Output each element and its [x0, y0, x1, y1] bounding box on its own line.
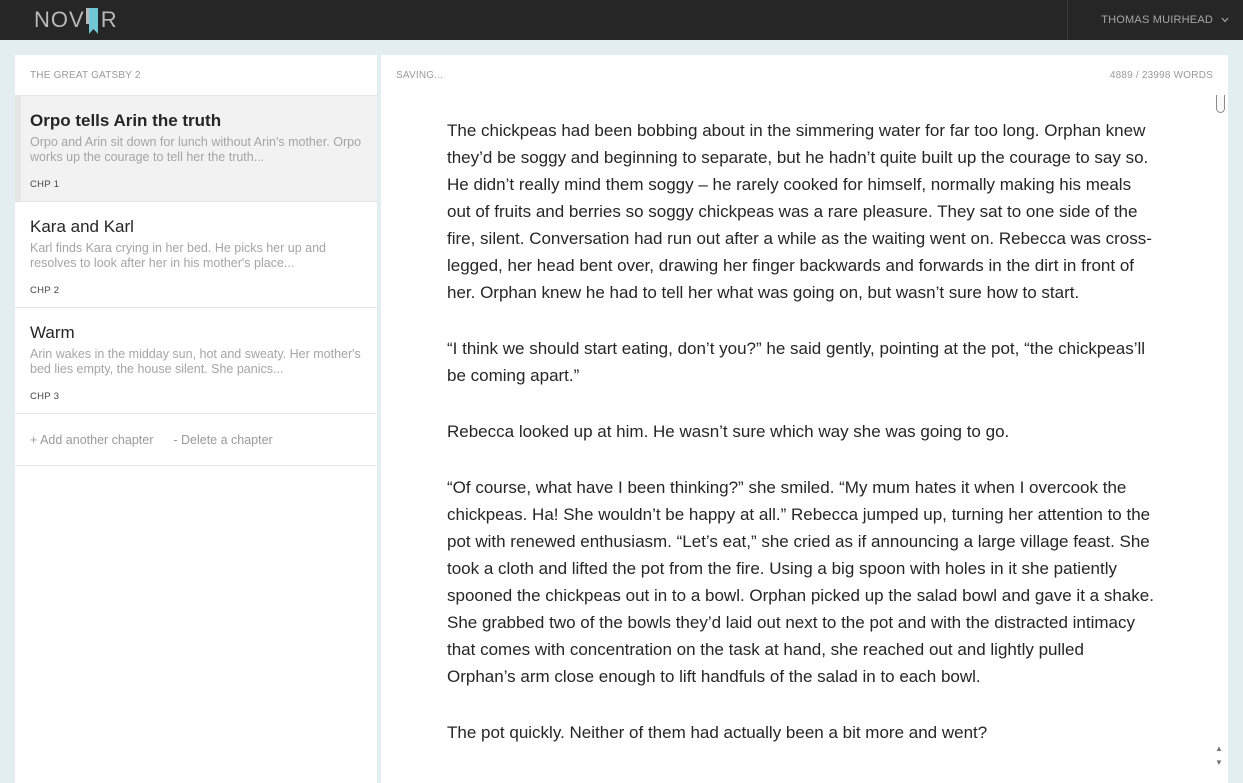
- logo-text-right: R: [100, 7, 118, 32]
- editor-panel: SAVING... 4889 / 23998 WORDS The chickpe…: [381, 55, 1228, 783]
- chapter-number: CHP 2: [30, 285, 60, 296]
- chapter-title: Orpo tells Arin the truth: [30, 111, 222, 130]
- chapter-item[interactable]: Kara and Karl Karl finds Kara crying in …: [15, 202, 377, 308]
- chevron-down-icon: [1221, 15, 1229, 25]
- manuscript-text[interactable]: The chickpeas had been bobbing about in …: [447, 117, 1157, 775]
- word-count: 4889 / 23998 WORDS: [1109, 70, 1213, 81]
- chapter-title: Kara and Karl: [30, 217, 134, 236]
- chapter-summary: Orpo and Arin sit down for lunch without…: [30, 135, 362, 164]
- paragraph[interactable]: The pot quickly. Neither of them had act…: [447, 719, 1157, 746]
- editor-scrollbar[interactable]: ▲ ▼: [1213, 95, 1228, 783]
- scrollbar-thumb[interactable]: [1216, 95, 1225, 113]
- editor-header: SAVING... 4889 / 23998 WORDS: [381, 55, 1228, 95]
- chapter-number: CHP 1: [30, 179, 60, 190]
- app-logo[interactable]: NOV R: [34, 5, 118, 35]
- chapter-title: Warm: [30, 323, 75, 342]
- chapter-number: CHP 3: [30, 391, 60, 402]
- paragraph[interactable]: Rebecca looked up at him. He wasn’t sure…: [447, 418, 1157, 445]
- chapter-item[interactable]: Orpo tells Arin the truth Orpo and Arin …: [15, 96, 377, 202]
- save-status: SAVING...: [396, 70, 444, 81]
- chapter-summary: Arin wakes in the midday sun, hot and sw…: [30, 347, 361, 376]
- bookmark-icon: [85, 5, 100, 35]
- paragraph[interactable]: “I think we should start eating, don’t y…: [447, 335, 1157, 389]
- paragraph[interactable]: “Of course, what have I been thinking?” …: [447, 474, 1157, 690]
- book-title: THE GREAT GATSBY 2: [15, 55, 377, 96]
- delete-chapter-link[interactable]: - Delete a chapter: [173, 433, 272, 447]
- chapter-summary: Karl finds Kara crying in her bed. He pi…: [30, 241, 326, 270]
- user-menu[interactable]: THOMAS MUIRHEAD: [1067, 0, 1243, 40]
- chapter-item[interactable]: Warm Arin wakes in the midday sun, hot a…: [15, 308, 377, 414]
- paragraph[interactable]: The chickpeas had been bobbing about in …: [447, 117, 1157, 306]
- scroll-up-arrow-icon[interactable]: ▲: [1215, 745, 1223, 753]
- logo-text-left: NOV: [34, 7, 85, 32]
- scroll-down-arrow-icon[interactable]: ▼: [1215, 759, 1223, 767]
- top-bar: NOV R THOMAS MUIRHEAD: [0, 0, 1243, 40]
- add-chapter-link[interactable]: + Add another chapter: [30, 433, 153, 447]
- chapter-actions: + Add another chapter - Delete a chapter: [15, 414, 377, 466]
- chapter-sidebar: THE GREAT GATSBY 2 Orpo tells Arin the t…: [15, 55, 377, 783]
- user-name: THOMAS MUIRHEAD: [1101, 14, 1213, 26]
